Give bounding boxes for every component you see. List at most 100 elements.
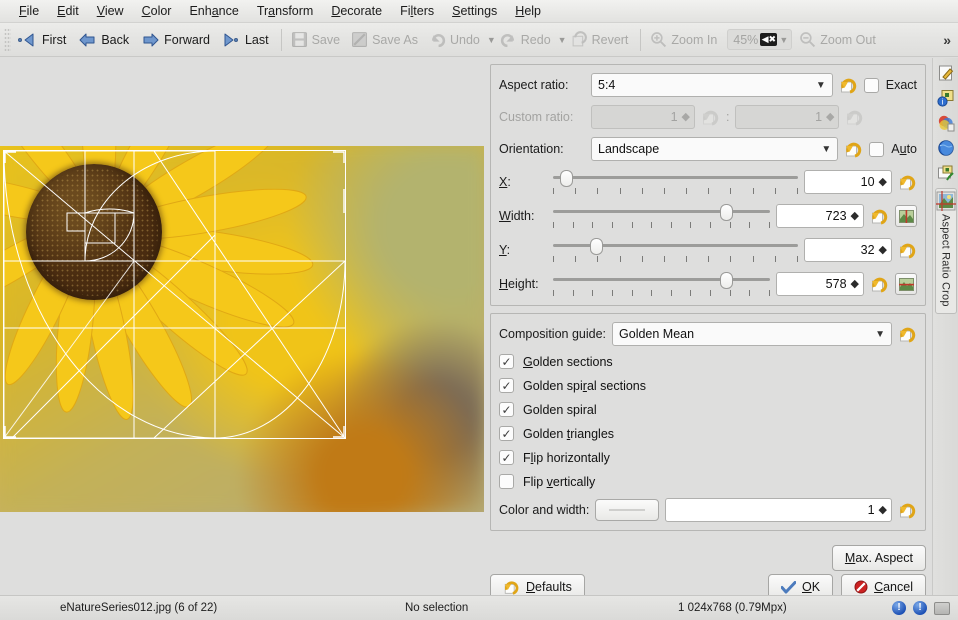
max-aspect-button[interactable]: Max. Aspect xyxy=(832,545,926,571)
flip-horizontally-row[interactable]: ✓ Flip horizontally xyxy=(499,450,917,465)
reset-custom-ratio-numerator-icon[interactable] xyxy=(701,108,720,127)
redo-button[interactable]: Redo xyxy=(496,28,558,51)
auto-checkbox[interactable] xyxy=(869,142,884,157)
photo-image[interactable] xyxy=(0,146,484,512)
zoom-level-combo[interactable]: 45% ◀✖ ▼ xyxy=(727,29,792,50)
image-properties-icon[interactable]: i xyxy=(935,87,957,109)
image-export-icon[interactable] xyxy=(935,162,957,184)
back-button[interactable]: Back xyxy=(73,29,136,51)
flip-vertically-checkbox[interactable] xyxy=(499,474,514,489)
first-button[interactable]: First xyxy=(14,29,73,51)
height-value-spinner[interactable]: 578 ◆ xyxy=(776,272,864,296)
reset-custom-ratio-denominator-icon[interactable] xyxy=(845,108,864,127)
width-value-spinner[interactable]: 723 ◆ xyxy=(776,204,864,228)
golden-triangles-checkbox[interactable]: ✓ xyxy=(499,426,514,441)
orientation-select[interactable]: Landscape ▼ xyxy=(591,137,838,161)
zoom-dropdown-chevron-icon[interactable]: ▼ xyxy=(779,35,788,45)
reset-height-icon[interactable] xyxy=(870,275,889,294)
undo-dropdown-chevron-icon[interactable]: ▼ xyxy=(487,35,496,45)
width-slider-thumb[interactable] xyxy=(720,204,733,221)
menu-help[interactable]: Help xyxy=(506,2,550,20)
golden-spiral-row[interactable]: ✓ Golden spiral xyxy=(499,402,917,417)
last-button[interactable]: Last xyxy=(217,29,276,51)
menu-file[interactable]: File xyxy=(10,2,48,20)
image-canvas-area[interactable] xyxy=(0,58,484,595)
spinner-arrows-icon[interactable]: ◆ xyxy=(879,245,887,256)
flip-horizontally-checkbox[interactable]: ✓ xyxy=(499,450,514,465)
height-slider-thumb[interactable] xyxy=(720,272,733,289)
zoom-out-icon xyxy=(799,31,816,48)
redo-dropdown-chevron-icon[interactable]: ▼ xyxy=(558,35,567,45)
zoom-out-button[interactable]: Zoom Out xyxy=(795,28,883,51)
reset-guide-color-width-icon[interactable] xyxy=(898,501,917,520)
x-value-spinner[interactable]: 10 ◆ xyxy=(804,170,892,194)
save-button[interactable]: Save xyxy=(287,28,348,51)
width-slider[interactable] xyxy=(553,203,770,229)
guide-width-spinner[interactable]: 1 ◆ xyxy=(665,498,892,522)
exact-checkbox-group[interactable]: Exact xyxy=(864,78,917,93)
spinner-arrows-icon[interactable]: ◆ xyxy=(851,211,859,222)
info-badge-icon-2[interactable]: ! xyxy=(913,601,927,615)
x-slider-thumb[interactable] xyxy=(560,170,573,187)
reset-width-icon[interactable] xyxy=(870,207,889,226)
height-slider-track[interactable] xyxy=(553,278,770,281)
menu-enhance[interactable]: Enhance xyxy=(180,2,247,20)
crop-handles[interactable] xyxy=(4,151,345,438)
reset-y-icon[interactable] xyxy=(898,241,917,260)
toolbar-overflow-button[interactable]: » xyxy=(943,32,951,48)
menu-settings[interactable]: Settings xyxy=(443,2,506,20)
auto-checkbox-group[interactable]: Auto xyxy=(869,142,917,157)
exact-checkbox[interactable] xyxy=(864,78,879,93)
golden-sections-row[interactable]: ✓ Golden sections xyxy=(499,354,917,369)
edit-pencil-icon[interactable] xyxy=(935,62,957,84)
x-slider[interactable] xyxy=(553,169,798,195)
spinner-arrows-icon[interactable]: ◆ xyxy=(826,112,834,123)
guide-color-button[interactable] xyxy=(595,499,659,521)
custom-ratio-denominator-spinner[interactable]: 1 ◆ xyxy=(735,105,839,129)
golden-triangles-row[interactable]: ✓ Golden triangles xyxy=(499,426,917,441)
menu-view[interactable]: View xyxy=(88,2,133,20)
y-slider[interactable] xyxy=(553,237,798,263)
toolbar-drag-handle[interactable] xyxy=(4,28,11,52)
height-slider[interactable] xyxy=(553,271,770,297)
reset-composition-guide-icon[interactable] xyxy=(898,325,917,344)
crop-selection-rectangle[interactable] xyxy=(4,151,345,438)
save-as-button[interactable]: Save As xyxy=(347,28,425,51)
undo-button[interactable]: Undo xyxy=(425,28,487,51)
menu-decorate[interactable]: Decorate xyxy=(322,2,391,20)
width-slider-track[interactable] xyxy=(553,210,770,213)
golden-spiral-sections-row[interactable]: ✓ Golden spiral sections xyxy=(499,378,917,393)
spinner-arrows-icon[interactable]: ◆ xyxy=(879,505,887,516)
menu-edit[interactable]: Edit xyxy=(48,2,88,20)
menu-filters[interactable]: Filters xyxy=(391,2,443,20)
y-value-spinner[interactable]: 32 ◆ xyxy=(804,238,892,262)
aspect-ratio-select[interactable]: 5:4 ▼ xyxy=(591,73,833,97)
spinner-arrows-icon[interactable]: ◆ xyxy=(682,112,690,123)
spinner-arrows-icon[interactable]: ◆ xyxy=(851,279,859,290)
spinner-arrows-icon[interactable]: ◆ xyxy=(879,177,887,188)
sidebar-item-aspect-ratio-crop[interactable]: Aspect Ratio Crop xyxy=(935,188,957,314)
zoom-in-button[interactable]: Zoom In xyxy=(646,28,724,51)
golden-sections-checkbox[interactable]: ✓ xyxy=(499,354,514,369)
geolocation-globe-icon[interactable] xyxy=(935,137,957,159)
info-badge-icon-1[interactable]: ! xyxy=(892,601,906,615)
y-slider-thumb[interactable] xyxy=(590,238,603,255)
x-slider-track[interactable] xyxy=(553,176,798,179)
flip-vertically-row[interactable]: Flip vertically xyxy=(499,474,917,489)
reset-orientation-icon[interactable] xyxy=(844,140,863,159)
reset-aspect-ratio-icon[interactable] xyxy=(839,76,858,95)
golden-spiral-sections-checkbox[interactable]: ✓ xyxy=(499,378,514,393)
center-horizontally-button[interactable] xyxy=(895,273,917,295)
revert-button[interactable]: Revert xyxy=(567,28,636,51)
color-balance-icon[interactable] xyxy=(935,112,957,134)
menu-transform[interactable]: Transform xyxy=(248,2,323,20)
monitor-profile-icon[interactable] xyxy=(934,602,950,615)
composition-guide-select[interactable]: Golden Mean ▼ xyxy=(612,322,892,346)
custom-ratio-numerator-spinner[interactable]: 1 ◆ xyxy=(591,105,695,129)
forward-button[interactable]: Forward xyxy=(136,29,217,51)
zoom-fit-icon[interactable]: ◀✖ xyxy=(760,33,777,46)
golden-spiral-checkbox[interactable]: ✓ xyxy=(499,402,514,417)
center-vertically-button[interactable] xyxy=(895,205,917,227)
menu-color[interactable]: Color xyxy=(133,2,181,20)
reset-x-icon[interactable] xyxy=(898,173,917,192)
